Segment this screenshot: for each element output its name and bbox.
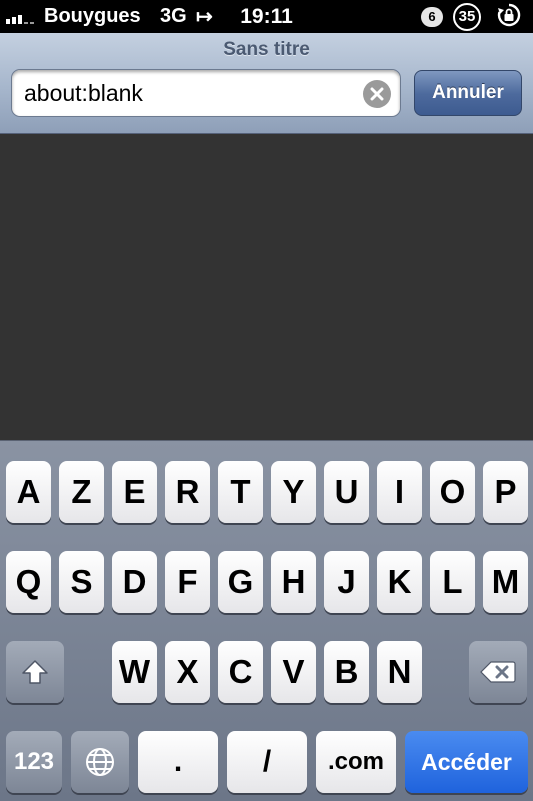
key-y[interactable]: Y [271,461,316,523]
dot-key[interactable]: . [138,731,218,793]
notification-badge-large: 35 [453,3,481,31]
notification-badge-small: 6 [421,7,443,27]
key-f[interactable]: F [165,551,210,613]
keyboard: A Z E R T Y U I O P Q S D F G H J K L M … [0,440,533,801]
key-v[interactable]: V [271,641,316,703]
dotcom-key[interactable]: .com [316,731,396,793]
key-g[interactable]: G [218,551,263,613]
shift-arrow-icon [22,660,48,684]
backspace-icon [480,661,516,683]
key-u[interactable]: U [324,461,369,523]
key-c[interactable]: C [218,641,263,703]
key-z[interactable]: Z [59,461,104,523]
delete-key[interactable] [469,641,527,703]
key-b[interactable]: B [324,641,369,703]
key-x[interactable]: X [165,641,210,703]
status-bar: Bouygues 3G ↦ 19:11 6 35 [0,0,533,33]
key-t[interactable]: T [218,461,263,523]
key-k[interactable]: K [377,551,422,613]
cancel-button[interactable]: Annuler [414,70,522,116]
key-a[interactable]: A [6,461,51,523]
key-o[interactable]: O [430,461,475,523]
shift-key[interactable] [6,641,64,703]
key-p[interactable]: P [483,461,528,523]
clear-x-icon[interactable] [363,80,391,108]
key-d[interactable]: D [112,551,157,613]
key-e[interactable]: E [112,461,157,523]
url-value[interactable]: about:blank [24,80,143,107]
rotation-lock-icon [497,3,521,27]
key-q[interactable]: Q [6,551,51,613]
page-content-area[interactable] [0,134,533,440]
browser-address-bar: Sans titre about:blank Annuler [0,33,533,134]
key-n[interactable]: N [377,641,422,703]
key-r[interactable]: R [165,461,210,523]
key-i[interactable]: I [377,461,422,523]
go-button[interactable]: Accéder [405,731,528,793]
key-l[interactable]: L [430,551,475,613]
page-title: Sans titre [223,39,310,60]
key-s[interactable]: S [59,551,104,613]
globe-icon [86,748,114,776]
url-input[interactable]: about:blank [11,69,401,117]
globe-key[interactable] [71,731,129,793]
key-h[interactable]: H [271,551,316,613]
slash-key[interactable]: / [227,731,307,793]
key-m[interactable]: M [483,551,528,613]
key-w[interactable]: W [112,641,157,703]
key-j[interactable]: J [324,551,369,613]
numbers-key[interactable]: 123 [6,731,62,793]
